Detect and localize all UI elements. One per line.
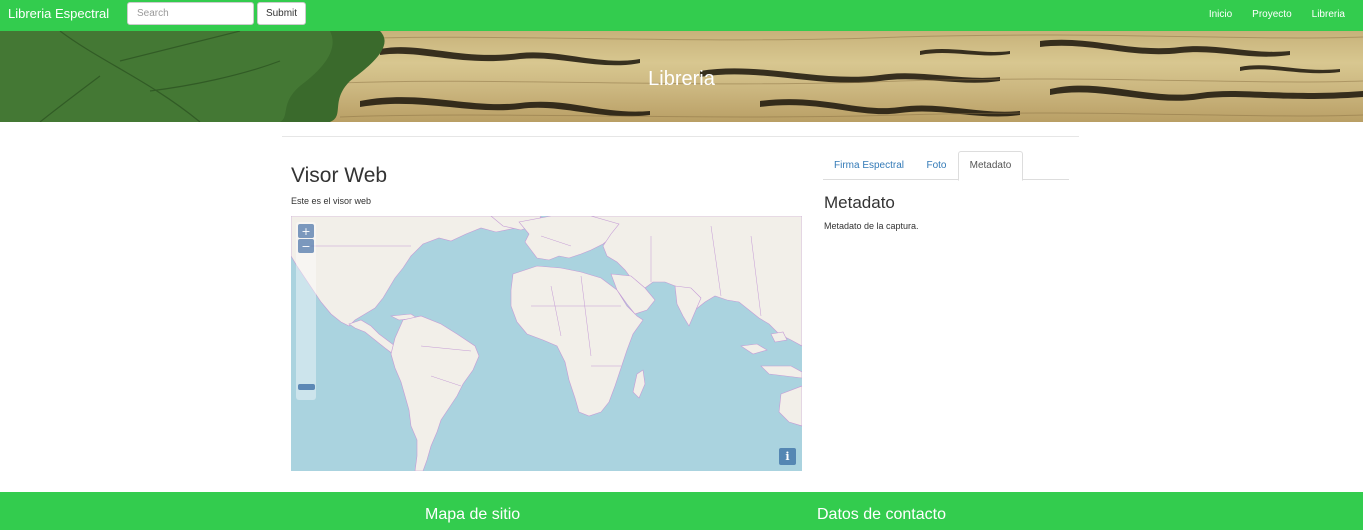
metadata-description: Metadato de la captura.	[824, 221, 919, 231]
nav-link-proyecto[interactable]: Proyecto	[1242, 0, 1301, 31]
zoom-in-button[interactable]: +	[298, 224, 314, 238]
web-map[interactable]: + − i	[291, 216, 802, 471]
info-button[interactable]: i	[779, 448, 796, 465]
footer: Mapa de sitio Datos de contacto	[0, 492, 1363, 530]
viewer-title: Visor Web	[291, 164, 388, 187]
brand-link[interactable]: Libreria Espectral	[8, 6, 109, 21]
metadata-title: Metadato	[824, 193, 895, 212]
tab-bar: Firma Espectral Foto Metadato	[823, 151, 1069, 181]
zoom-slider-handle[interactable]	[298, 384, 315, 390]
tab-firma-espectral[interactable]: Firma Espectral	[823, 151, 915, 180]
footer-sitemap-heading: Mapa de sitio	[425, 506, 521, 523]
nav-menu: Inicio Proyecto Libreria	[1199, 0, 1363, 31]
viewer-description: Este es el visor web	[291, 196, 372, 206]
tab-metadato[interactable]: Metadato	[958, 151, 1023, 181]
search-input[interactable]	[127, 2, 254, 25]
footer-contact-heading: Datos de contacto	[817, 506, 946, 523]
nav-link-libreria[interactable]: Libreria	[1302, 0, 1363, 31]
zoom-out-button[interactable]: −	[298, 239, 314, 253]
tab-foto[interactable]: Foto	[915, 151, 958, 180]
nav-link-inicio[interactable]: Inicio	[1199, 0, 1242, 31]
divider	[282, 136, 1079, 137]
hero-banner: Libreria	[0, 31, 1363, 122]
world-map-image	[291, 216, 802, 471]
navbar: Libreria Espectral Submit Inicio Proyect…	[0, 0, 1363, 31]
submit-button[interactable]: Submit	[257, 2, 306, 25]
banner-title: Libreria	[648, 68, 715, 90]
